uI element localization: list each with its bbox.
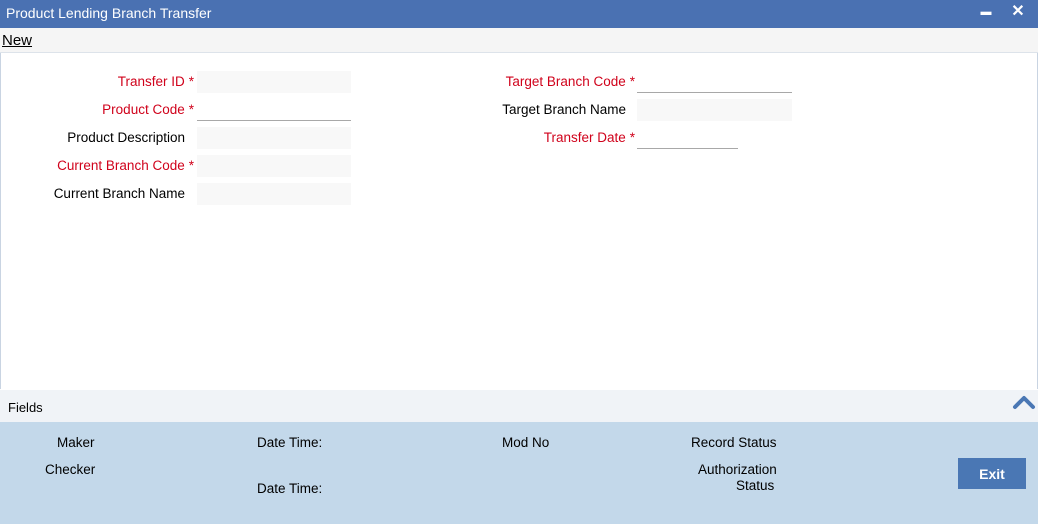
product-description-label: Product Description <box>67 130 185 145</box>
fields-bar: Fields <box>0 390 1038 422</box>
current-branch-code-label: Current Branch Code * <box>57 158 194 173</box>
new-link[interactable]: New <box>2 32 32 49</box>
chevron-up-icon[interactable] <box>1012 392 1036 410</box>
checker-label: Checker <box>45 462 96 477</box>
transfer-date-label: Transfer Date * <box>543 130 635 145</box>
target-branch-name-field[interactable] <box>637 99 792 121</box>
window-title: Product Lending Branch Transfer <box>6 5 212 21</box>
current-branch-name-label: Current Branch Name <box>53 186 185 201</box>
product-code-label: Product Code * <box>102 102 194 117</box>
authorization-status-label-line2: Status <box>736 478 775 493</box>
window-titlebar: Product Lending Branch Transfer ▬ ✕ <box>0 0 1038 28</box>
transfer-id-label: Transfer ID * <box>117 74 194 89</box>
target-branch-name-label: Target Branch Name <box>502 102 626 117</box>
product-code-field[interactable] <box>197 99 351 121</box>
minimize-icon[interactable]: ▬ <box>976 2 996 22</box>
transfer-date-field[interactable] <box>637 127 738 149</box>
target-branch-code-field[interactable] <box>637 71 792 93</box>
checker-date-time-label: Date Time: <box>257 481 323 496</box>
fields-label: Fields <box>8 400 43 415</box>
maker-label: Maker <box>57 435 95 450</box>
record-status-label: Record Status <box>691 435 777 450</box>
close-icon[interactable]: ✕ <box>1008 2 1028 22</box>
exit-button[interactable]: Exit <box>958 458 1026 489</box>
audit-footer: Maker Checker Date Time: Date Time: Mod … <box>0 422 1038 524</box>
form-area: Transfer ID * Product Code * Product Descr… <box>0 53 1038 389</box>
maker-date-time-label: Date Time: <box>257 435 323 450</box>
transfer-id-field[interactable] <box>197 71 351 93</box>
authorization-status-label-line1: Authorization <box>698 462 777 477</box>
product-description-field[interactable] <box>197 127 351 149</box>
target-branch-code-label: Target Branch Code * <box>505 74 635 89</box>
current-branch-code-field[interactable] <box>197 155 351 177</box>
mod-no-label: Mod No <box>502 435 550 450</box>
current-branch-name-field[interactable] <box>197 183 351 205</box>
menubar: New <box>0 28 1038 53</box>
